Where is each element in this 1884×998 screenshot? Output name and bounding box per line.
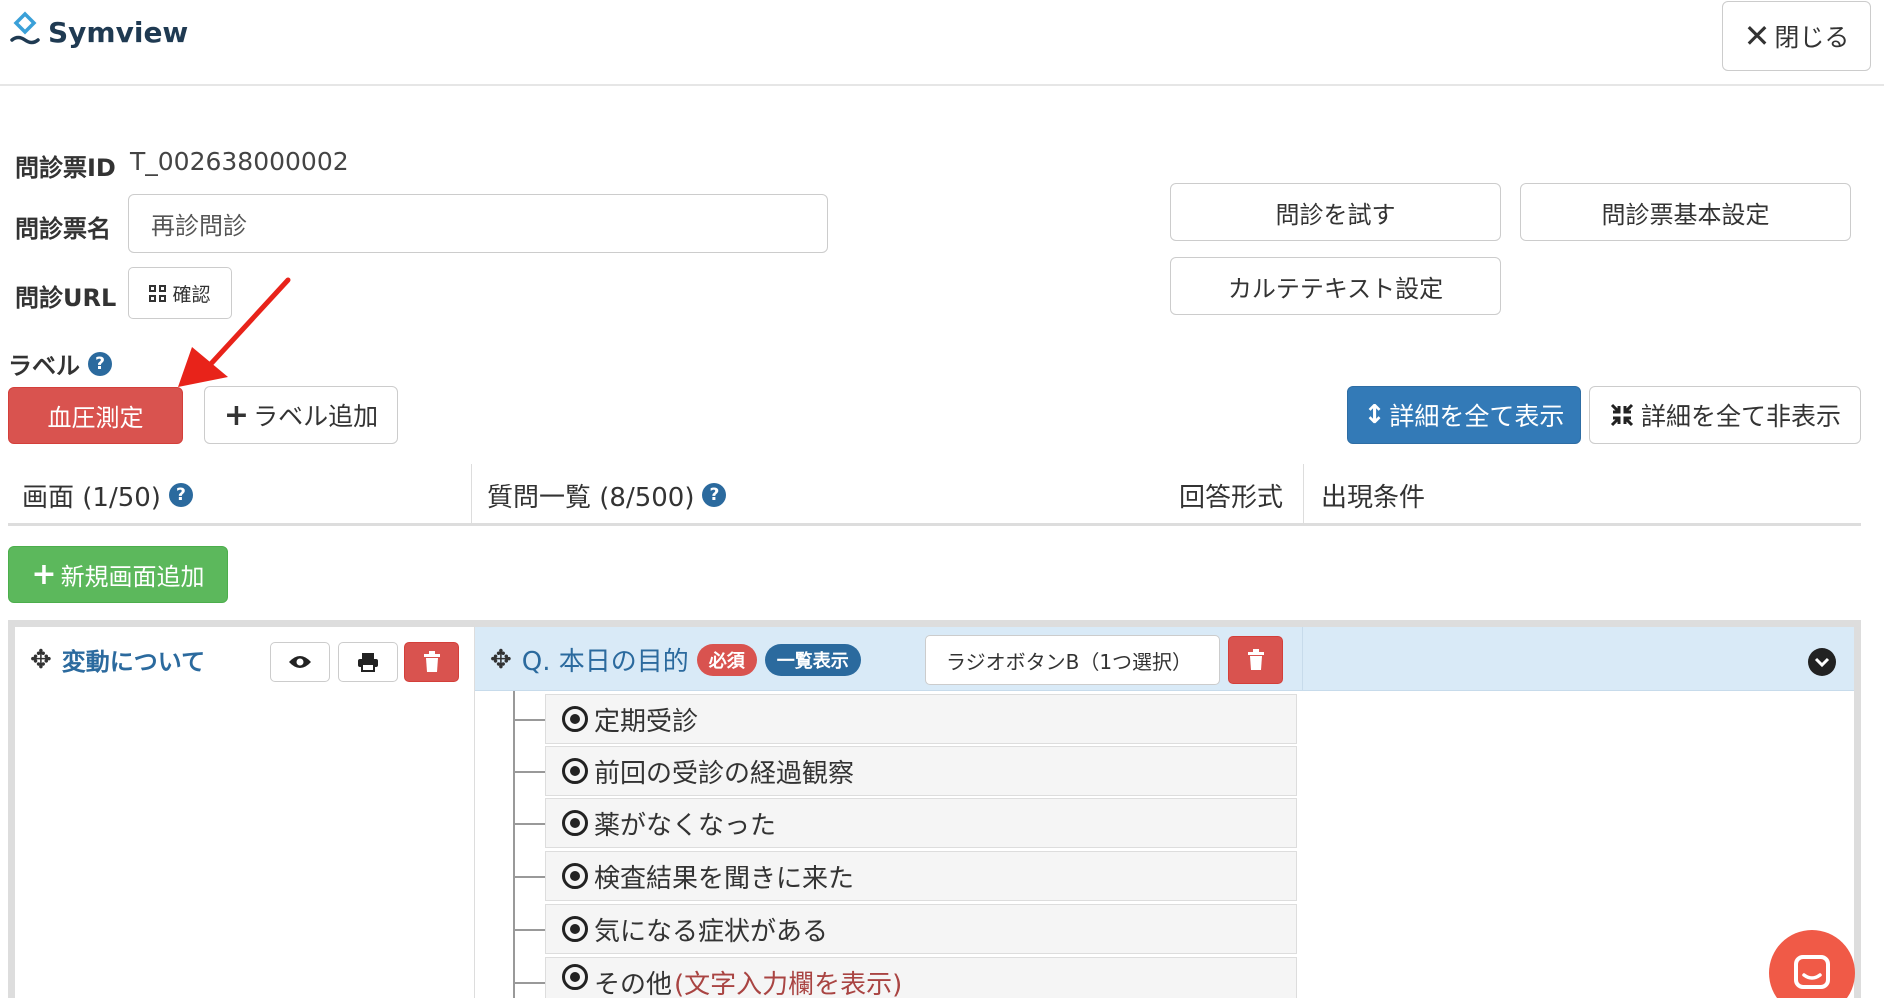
col-divider: [1303, 464, 1304, 526]
close-x-icon: ✕: [1743, 17, 1771, 55]
radio-selected-icon: [562, 706, 588, 732]
basic-settings-button[interactable]: 問診票基本設定: [1520, 183, 1851, 241]
labels-heading-text: ラベル: [8, 352, 80, 380]
option-item[interactable]: その他 (文字入力欄を表示): [545, 957, 1297, 998]
help-icon[interactable]: ?: [168, 483, 193, 507]
karte-text-settings-label: カルテテキスト設定: [1227, 274, 1444, 303]
qr-code-icon: [149, 284, 167, 302]
name-label: 問診票名: [15, 215, 111, 243]
tree-branch: [513, 876, 545, 878]
compress-icon: [1610, 403, 1634, 427]
app-name: Symview: [48, 15, 189, 49]
screen-title: 変動について: [61, 648, 206, 676]
eye-icon: [289, 656, 311, 668]
radio-selected-icon: [562, 964, 588, 990]
tree-branch: [513, 719, 545, 721]
add-screen-label: 新規画面追加: [60, 563, 205, 591]
app-header: Symview ✕ 閉じる: [0, 0, 1884, 86]
karte-text-settings-button[interactable]: カルテテキスト設定: [1170, 257, 1501, 315]
chat-icon: [1794, 955, 1830, 989]
print-button[interactable]: [338, 642, 398, 682]
tree-branch: [513, 982, 545, 984]
help-icon[interactable]: ?: [88, 351, 112, 376]
col-header-screens-text: 画面 (1/50): [22, 482, 161, 513]
option-item[interactable]: 検査結果を聞きに来た: [545, 851, 1297, 901]
label-chip-text: 血圧測定: [47, 404, 144, 432]
annotation-arrow: [178, 277, 291, 387]
col-header-questions: 質問一覧 (8/500) ?: [487, 464, 727, 526]
tree-branch: [513, 823, 545, 825]
preview-button[interactable]: [270, 642, 330, 682]
radio-selected-icon: [562, 916, 588, 942]
option-label: 気になる症状がある: [594, 916, 829, 947]
question-title[interactable]: Q. 本日の目的: [522, 641, 689, 678]
answer-type-value: ラジオボタンB（1つ選択）: [946, 649, 1193, 674]
question-header: ✥ Q. 本日の目的 必須 一覧表示: [490, 641, 861, 678]
hide-all-details-button[interactable]: 詳細を全て非表示: [1589, 386, 1861, 444]
name-field[interactable]: 再診問診: [128, 194, 828, 253]
trash-icon: [1247, 649, 1264, 670]
option-tree-line: [513, 691, 515, 998]
help-icon[interactable]: ?: [702, 483, 727, 507]
required-badge: 必須: [696, 643, 757, 676]
add-screen-button[interactable]: + 新規画面追加: [8, 546, 228, 603]
col-header-answer-type: 回答形式: [1179, 482, 1284, 513]
col-divider: [1302, 627, 1303, 691]
option-item[interactable]: 前回の受診の経過観察: [545, 746, 1297, 796]
chevron-down-icon[interactable]: [1808, 648, 1836, 676]
print-icon: [358, 653, 378, 672]
screen-item[interactable]: ✥ 変動について: [30, 642, 205, 677]
option-label: 定期受診: [594, 706, 699, 737]
option-extra-note: (文字入力欄を表示): [674, 970, 903, 998]
try-interview-button[interactable]: 問診を試す: [1170, 183, 1501, 241]
table-header: 画面 (1/50) ? 質問一覧 (8/500) ? 回答形式 出現条件: [8, 464, 1861, 526]
answer-type-field[interactable]: ラジオボタンB（1つ選択）: [925, 635, 1220, 685]
show-all-details-label: 詳細を全て表示: [1389, 402, 1565, 431]
url-label: 問診URL: [15, 284, 117, 312]
plus-icon: +: [31, 557, 57, 592]
basic-settings-label: 問診票基本設定: [1601, 200, 1770, 229]
option-item[interactable]: 薬がなくなった: [545, 798, 1297, 848]
id-value: T_002638000002: [130, 147, 349, 176]
option-label: その他: [594, 970, 673, 998]
tree-branch: [513, 929, 545, 931]
move-icon[interactable]: ✥: [490, 645, 512, 675]
col-divider: [471, 464, 472, 526]
radio-selected-icon: [562, 758, 588, 784]
col-header-questions-text: 質問一覧 (8/500): [487, 482, 695, 513]
id-label: 問診票ID: [15, 154, 116, 182]
col-header-screens: 画面 (1/50) ?: [22, 464, 193, 526]
delete-question-button[interactable]: [1228, 636, 1283, 684]
name-field-value: 再診問診: [151, 212, 247, 240]
radio-selected-icon: [562, 863, 588, 889]
try-interview-label: 問診を試す: [1275, 200, 1396, 229]
delete-screen-button[interactable]: [404, 642, 459, 682]
show-all-details-button[interactable]: ↕ 詳細を全て表示: [1347, 386, 1581, 444]
add-label-text: ラベル追加: [253, 402, 379, 431]
col-header-conditions: 出現条件: [1321, 482, 1426, 513]
close-button[interactable]: ✕ 閉じる: [1722, 1, 1871, 71]
trash-icon: [423, 651, 440, 672]
list-display-badge: 一覧表示: [764, 643, 861, 676]
plus-icon: +: [223, 397, 250, 433]
close-button-label: 閉じる: [1774, 23, 1850, 52]
hide-all-details-label: 詳細を全て非表示: [1640, 402, 1841, 431]
add-label-button[interactable]: + ラベル追加: [204, 386, 398, 444]
option-item[interactable]: 気になる症状がある: [545, 904, 1297, 954]
move-icon[interactable]: ✥: [30, 645, 52, 675]
labels-heading: ラベル ?: [8, 346, 112, 381]
tree-branch: [513, 771, 545, 773]
option-label: 前回の受診の経過観察: [594, 758, 855, 789]
option-item[interactable]: 定期受診: [545, 694, 1297, 744]
app-logo[interactable]: Symview: [8, 10, 188, 54]
arrows-vertical-icon: ↕: [1363, 400, 1386, 430]
option-label: 薬がなくなった: [594, 810, 777, 841]
radio-selected-icon: [562, 810, 588, 836]
option-label: 検査結果を聞きに来た: [594, 863, 855, 894]
symview-logo-icon: [10, 11, 40, 45]
label-chip-blood-pressure[interactable]: 血圧測定: [8, 387, 183, 444]
